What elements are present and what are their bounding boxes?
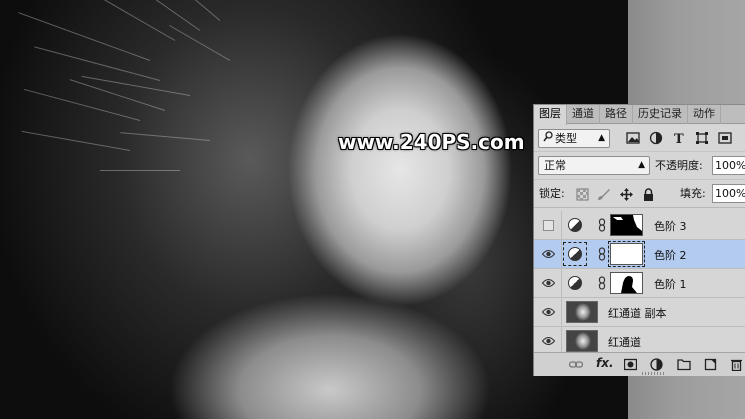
tab-history[interactable]: 历史记录: [633, 105, 688, 124]
lock-position-icon[interactable]: [620, 188, 633, 201]
blend-mode-select[interactable]: 正常 ▲: [538, 156, 650, 175]
layer-thumbnail[interactable]: [566, 330, 598, 352]
blend-mode-value: 正常: [544, 159, 566, 172]
link-layers-icon[interactable]: [568, 358, 584, 371]
hair-strand: [21, 130, 131, 151]
lock-all-icon[interactable]: [642, 188, 655, 201]
search-icon: [543, 130, 555, 147]
shape-filter-icon[interactable]: [695, 131, 709, 145]
hair-strand: [100, 170, 180, 171]
lock-row: 锁定: 填充: 100%: [534, 181, 745, 208]
updown-arrows-icon: ▲: [638, 160, 645, 170]
lock-label: 锁定:: [539, 187, 565, 200]
filter-type-select[interactable]: 类型 ▲: [538, 129, 610, 148]
levels-adjustment-icon: [568, 276, 582, 290]
link-chain-icon[interactable]: [598, 247, 606, 261]
hair-strand: [44, 0, 176, 41]
add-mask-icon[interactable]: [623, 358, 638, 371]
blend-row: 正常 ▲ 不透明度: 100%: [534, 153, 745, 180]
layers-panel: 图层 通道 路径 历史记录 动作 类型 ▲ T 正常 ▲ 不透明度: 100% …: [533, 104, 745, 376]
smart-object-filter-icon[interactable]: [718, 131, 732, 145]
fx-icon[interactable]: fx.: [596, 356, 618, 370]
hair-strand: [23, 88, 141, 121]
watermark: www.240PS.com: [338, 130, 525, 154]
opacity-input[interactable]: 100%: [712, 156, 745, 175]
image-filter-icon[interactable]: [626, 131, 640, 145]
updown-arrows-icon: ▲: [598, 133, 605, 143]
eye-icon[interactable]: [541, 336, 556, 346]
new-group-icon[interactable]: [677, 358, 691, 371]
svg-text:T: T: [674, 132, 684, 145]
hair-strand: [81, 75, 191, 96]
eye-icon[interactable]: [541, 307, 556, 317]
tab-actions[interactable]: 动作: [688, 105, 721, 124]
layer-row-levels-1[interactable]: 色阶 1: [534, 269, 745, 298]
layer-mask-thumbnail[interactable]: [608, 241, 645, 267]
new-adjustment-icon[interactable]: [650, 358, 663, 371]
visibility-toggle[interactable]: [534, 327, 562, 355]
visibility-toggle[interactable]: [534, 240, 562, 268]
filter-row: 类型 ▲ T: [534, 125, 745, 152]
layer-row-levels-3[interactable]: 色阶 3: [534, 211, 745, 240]
layer-thumbnail[interactable]: [566, 301, 598, 323]
eye-icon[interactable]: [541, 278, 556, 288]
tab-channels[interactable]: 通道: [567, 105, 600, 124]
link-chain-icon[interactable]: [598, 218, 606, 232]
hair-strand: [18, 12, 151, 61]
visibility-toggle[interactable]: [534, 298, 562, 326]
layers-list: 色阶 3 色阶 2 色阶 1 红通道 副本 红通道: [534, 211, 745, 356]
layer-name[interactable]: 色阶 1: [654, 276, 687, 292]
layer-name[interactable]: 色阶 3: [654, 218, 687, 234]
adjustment-filter-icon[interactable]: [649, 131, 663, 145]
visibility-off-box[interactable]: [543, 220, 554, 231]
filter-type-value: 类型: [555, 132, 577, 145]
layer-row-red-channel-copy[interactable]: 红通道 副本: [534, 298, 745, 327]
lock-image-icon[interactable]: [597, 188, 610, 201]
type-filter-icon[interactable]: T: [672, 131, 686, 147]
eye-icon[interactable]: [541, 249, 556, 259]
hair-strand: [34, 46, 161, 81]
layer-row-levels-2[interactable]: 色阶 2: [534, 240, 745, 269]
layer-mask-thumbnail[interactable]: [610, 272, 643, 294]
layer-name[interactable]: 色阶 2: [654, 247, 687, 263]
visibility-toggle[interactable]: [534, 269, 562, 297]
panel-resize-grip[interactable]: [642, 372, 664, 375]
levels-adjustment-icon: [568, 247, 582, 261]
panel-footer: fx.: [534, 352, 745, 376]
visibility-toggle[interactable]: [534, 211, 562, 239]
tab-layers[interactable]: 图层: [534, 105, 567, 125]
fill-input[interactable]: 100%: [712, 184, 745, 203]
link-chain-icon[interactable]: [598, 276, 606, 290]
layer-name[interactable]: 红通道 副本: [608, 305, 667, 321]
delete-icon[interactable]: [730, 358, 743, 372]
opacity-label: 不透明度:: [655, 159, 703, 172]
lock-transparent-icon[interactable]: [576, 188, 589, 201]
layer-mask-thumbnail[interactable]: [610, 214, 643, 236]
hair-strand: [120, 132, 211, 141]
levels-adjustment-icon: [568, 218, 582, 232]
tab-paths[interactable]: 路径: [600, 105, 633, 124]
layer-name[interactable]: 红通道: [608, 334, 641, 350]
new-layer-icon[interactable]: [704, 358, 717, 371]
fill-label: 填充:: [680, 187, 706, 200]
panel-tab-bar: 图层 通道 路径 历史记录 动作: [534, 105, 745, 125]
